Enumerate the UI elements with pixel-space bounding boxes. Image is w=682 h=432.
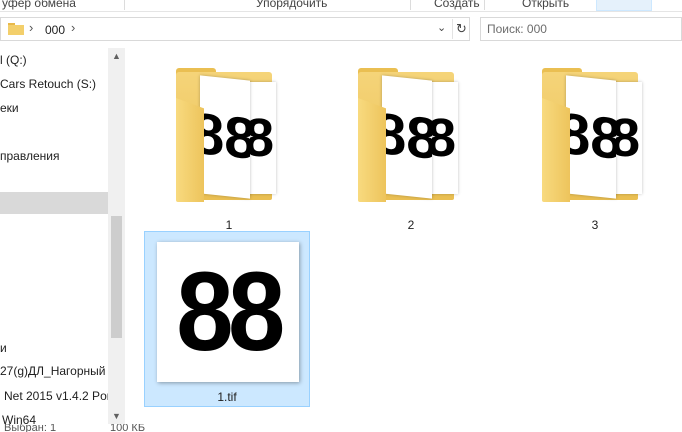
folder-icon: 88 88 [176, 68, 276, 202]
image-thumbnail: 88 [157, 242, 299, 382]
folder-item[interactable]: 88 88 3 [512, 58, 678, 234]
search-box[interactable] [480, 17, 682, 41]
scrollbar-thumb[interactable] [111, 216, 122, 338]
nav-item[interactable]: l (Q:) [0, 49, 27, 71]
address-bar[interactable]: › 000 › ⌄ ↻ [0, 17, 470, 41]
status-bar: Выбран: 1 100 КБ [0, 424, 682, 432]
folder-icon: 88 88 [358, 68, 458, 202]
nav-item[interactable]: еки [0, 97, 19, 119]
scroll-down-arrow-icon[interactable]: ▼ [108, 408, 125, 424]
ribbon-create-group: Создать [434, 0, 480, 10]
file-name: 2 [407, 218, 415, 232]
ribbon-clipboard-group: уфер обмена [2, 0, 76, 10]
selection-count: Выбран: 1 [4, 424, 57, 432]
scroll-up-arrow-icon[interactable]: ▲ [108, 48, 125, 64]
chevron-right-icon[interactable]: › [29, 20, 33, 35]
folder-icon [8, 23, 24, 35]
nav-scrollbar[interactable]: ▲ ▼ [108, 48, 125, 424]
folder-item[interactable]: 88 88 1 [146, 58, 312, 234]
file-name: 1 [225, 218, 233, 232]
file-name: 3 [591, 218, 599, 232]
refresh-icon[interactable]: ↻ [452, 19, 470, 39]
nav-item[interactable]: и [0, 337, 7, 359]
ribbon-organize-group: Упорядочить [256, 0, 328, 10]
folder-item[interactable]: 88 88 2 [328, 58, 494, 234]
ribbon-open-group: Открыть [522, 0, 570, 10]
breadcrumb-current[interactable]: 000 [45, 23, 65, 37]
navigation-pane: l (Q:) Cars Retouch (S:) еки правления и… [0, 48, 124, 432]
search-input[interactable] [487, 22, 647, 36]
nav-item[interactable]: 27(g)ДЛ_Нагорный [0, 360, 105, 382]
file-name: 1.tif [217, 390, 237, 404]
nav-item[interactable]: Cars Retouch (S:) [0, 73, 96, 95]
nav-item[interactable]: правления [0, 145, 59, 167]
ribbon-separator [410, 0, 411, 10]
ribbon-select-group[interactable] [596, 0, 652, 11]
ribbon-separator [124, 0, 125, 10]
nav-item-selected[interactable] [0, 192, 110, 214]
nav-item[interactable]: Net 2015 v1.4.2 Porta [4, 385, 121, 407]
selection-size: 100 КБ [110, 424, 146, 432]
ribbon-separator [484, 0, 485, 10]
chevron-right-icon[interactable]: › [71, 20, 75, 35]
chevron-down-icon[interactable]: ⌄ [437, 21, 446, 34]
folder-icon: 88 88 [542, 68, 642, 202]
ribbon: уфер обмена Упорядочить Создать Открыть [0, 0, 682, 12]
image-file-item[interactable]: 88 1.tif [144, 231, 310, 407]
